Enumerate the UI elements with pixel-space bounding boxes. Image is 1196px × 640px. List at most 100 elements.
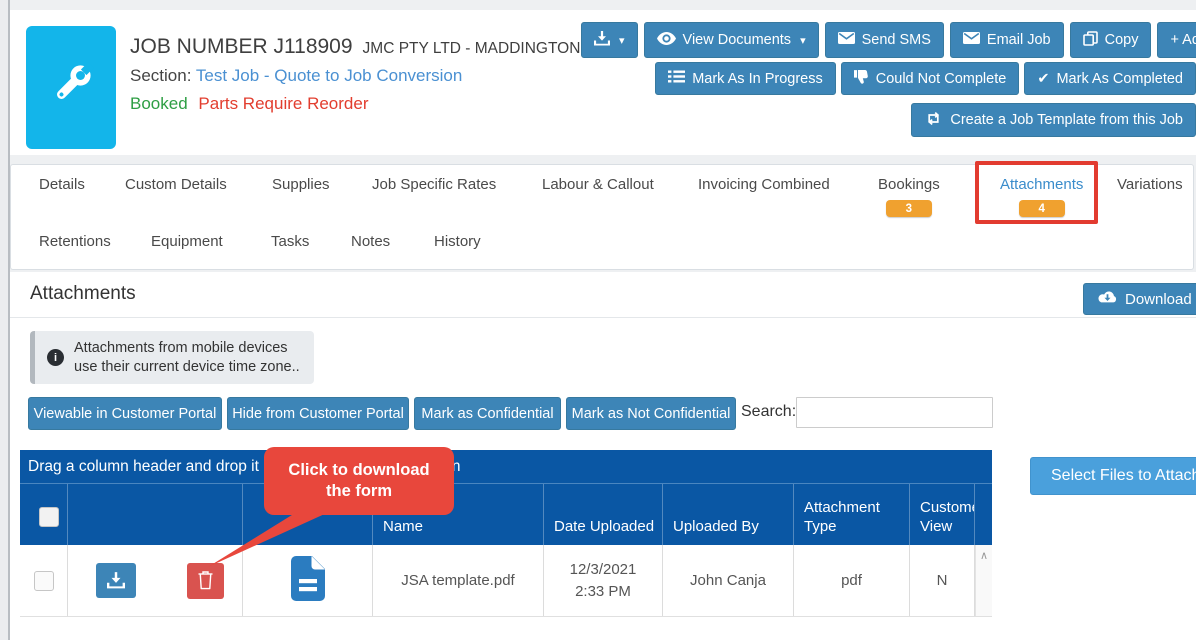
tab-notes[interactable]: Notes xyxy=(351,233,390,250)
header-select-all-cell xyxy=(20,484,68,545)
row-uploaded-by-cell: John Canja xyxy=(663,545,794,616)
tab-variations[interactable]: Variations xyxy=(1117,176,1183,193)
download-dropdown-button[interactable]: ▾ xyxy=(581,22,638,58)
send-sms-label: Send SMS xyxy=(862,32,931,48)
job-header-card: JOB NUMBER J118909 JMC PTY LTD - MADDING… xyxy=(10,10,1196,155)
attachments-grid: Drag a column header and drop it here to… xyxy=(20,450,992,640)
view-documents-label: View Documents xyxy=(683,32,792,48)
tab-retentions[interactable]: Retentions xyxy=(39,233,111,250)
download-attachments-button[interactable]: Download xyxy=(1083,283,1196,315)
chevron-down-icon: ▾ xyxy=(619,34,625,47)
send-sms-button[interactable]: Send SMS xyxy=(825,22,944,58)
column-header-uploaded-by[interactable]: Uploaded By xyxy=(663,484,794,545)
envelope-icon xyxy=(838,32,855,48)
view-documents-button[interactable]: View Documents ▾ xyxy=(644,22,819,58)
tab-supplies[interactable]: Supplies xyxy=(272,176,330,193)
mark-completed-label: Mark As Completed xyxy=(1056,71,1183,87)
download-form-tooltip: Click to download the form xyxy=(264,447,454,515)
attachments-count-badge: 4 xyxy=(1019,200,1065,217)
download-icon xyxy=(594,31,610,50)
job-tabs-card: Details Custom Details Supplies Job Spec… xyxy=(10,164,1194,270)
download-attachments-label: Download xyxy=(1125,291,1192,308)
check-icon: ✔ xyxy=(1037,71,1049,87)
scroll-up-icon[interactable]: ∧ xyxy=(980,549,988,562)
job-actions-row2: Mark As In Progress Could Not Complete ✔… xyxy=(710,62,1196,95)
grid-group-hint-bar[interactable]: Drag a column header and drop it here to… xyxy=(20,450,992,483)
status-line: Booked Parts Require Reorder xyxy=(130,94,368,114)
tab-bookings[interactable]: Bookings 3 xyxy=(878,176,940,217)
create-job-template-label: Create a Job Template from this Job xyxy=(950,112,1183,128)
could-not-complete-label: Could Not Complete xyxy=(876,71,1007,87)
envelope-icon xyxy=(963,32,980,48)
row-attachment-type-cell: pdf xyxy=(794,545,910,616)
eye-icon xyxy=(657,32,676,49)
pdf-file-icon[interactable] xyxy=(291,556,325,605)
attachment-table-row: JSA template.pdf 12/3/2021 2:33 PM John … xyxy=(20,545,992,617)
tab-attachments[interactable]: Attachments 4 xyxy=(1000,176,1083,217)
mark-in-progress-button[interactable]: Mark As In Progress xyxy=(655,62,836,95)
grid-header-row: Name Date Uploaded Uploaded By Attachmen… xyxy=(20,483,992,545)
viewable-in-portal-button[interactable]: Viewable in Customer Portal xyxy=(28,397,222,430)
row-file-type-cell xyxy=(243,545,373,616)
mobile-timezone-note-text: Attachments from mobile devices use thei… xyxy=(74,339,300,377)
tab-invoicing-combined[interactable]: Invoicing Combined xyxy=(698,176,830,193)
status-booked: Booked xyxy=(130,94,188,113)
search-input[interactable] xyxy=(796,397,993,428)
chevron-down-icon: ▾ xyxy=(800,34,806,47)
mark-completed-button[interactable]: ✔ Mark As Completed xyxy=(1024,62,1196,95)
add-to-contract-button[interactable]: + Add to Contract xyxy=(1157,22,1196,58)
search-label: Search: xyxy=(741,403,796,421)
job-company: JMC PTY LTD - MADDINGTON xyxy=(363,40,581,58)
job-type-icon-tile xyxy=(26,26,116,149)
copy-icon xyxy=(1083,31,1098,50)
section-line: Section: Test Job - Quote to Job Convers… xyxy=(130,66,462,86)
bookings-count-badge: 3 xyxy=(886,200,932,217)
copy-label: Copy xyxy=(1105,32,1139,48)
wrench-icon xyxy=(43,57,99,118)
cloud-download-icon xyxy=(1097,290,1118,309)
download-attachment-button[interactable] xyxy=(96,563,136,598)
page: JOB NUMBER J118909 JMC PTY LTD - MADDING… xyxy=(0,0,1196,640)
select-all-checkbox[interactable] xyxy=(39,507,59,527)
hide-from-portal-button[interactable]: Hide from Customer Portal xyxy=(227,397,409,430)
tab-labour-callout[interactable]: Labour & Callout xyxy=(542,176,654,193)
attachments-panel-title: Attachments xyxy=(30,283,136,305)
row-checkbox[interactable] xyxy=(34,571,54,591)
email-job-label: Email Job xyxy=(987,32,1051,48)
info-icon: i xyxy=(47,349,64,366)
row-select-cell xyxy=(20,545,68,616)
tab-job-specific-rates[interactable]: Job Specific Rates xyxy=(372,176,496,193)
tab-details[interactable]: Details xyxy=(39,176,85,193)
section-link[interactable]: Test Job - Quote to Job Conversion xyxy=(196,66,462,85)
grid-scrollbar[interactable]: ∧ xyxy=(975,545,992,616)
column-header-attachment-type[interactable]: Attachment Type xyxy=(794,484,910,545)
header-scrollbar-spacer xyxy=(975,484,992,545)
tab-equipment[interactable]: Equipment xyxy=(151,233,223,250)
job-number: JOB NUMBER J118909 xyxy=(130,35,353,59)
page-left-gutter xyxy=(0,0,8,640)
header-actions-cell xyxy=(68,484,243,545)
column-header-customer-view[interactable]: Customer View xyxy=(910,484,975,545)
tab-tasks[interactable]: Tasks xyxy=(271,233,309,250)
job-actions-row1: ▾ View Documents ▾ Send SMS Email Job xyxy=(581,22,1196,58)
select-files-label: Select Files to Attach xyxy=(1051,467,1196,485)
tab-history[interactable]: History xyxy=(434,233,481,250)
row-customer-view-cell: N xyxy=(910,545,975,616)
select-files-to-attach-button[interactable]: Select Files to Attach xyxy=(1030,457,1196,495)
delete-attachment-button[interactable] xyxy=(187,563,224,599)
mobile-timezone-note: i Attachments from mobile devices use th… xyxy=(30,331,314,384)
mark-not-confidential-button[interactable]: Mark as Not Confidential xyxy=(566,397,736,430)
mark-confidential-button[interactable]: Mark as Confidential xyxy=(414,397,561,430)
email-job-button[interactable]: Email Job xyxy=(950,22,1064,58)
row-actions-cell xyxy=(68,545,243,616)
job-title-line: JOB NUMBER J118909 JMC PTY LTD - MADDING… xyxy=(130,35,580,59)
row-name-cell[interactable]: JSA template.pdf xyxy=(373,545,544,616)
row-date-cell: 12/3/2021 2:33 PM xyxy=(544,545,663,616)
checklist-icon xyxy=(668,70,685,87)
column-header-date-uploaded[interactable]: Date Uploaded xyxy=(544,484,663,545)
could-not-complete-button[interactable]: Could Not Complete xyxy=(841,62,1020,95)
add-to-contract-label: + Add to Contract xyxy=(1170,32,1196,48)
create-job-template-button[interactable]: Create a Job Template from this Job xyxy=(911,103,1196,137)
copy-button[interactable]: Copy xyxy=(1070,22,1152,58)
tab-custom-details[interactable]: Custom Details xyxy=(125,176,227,193)
